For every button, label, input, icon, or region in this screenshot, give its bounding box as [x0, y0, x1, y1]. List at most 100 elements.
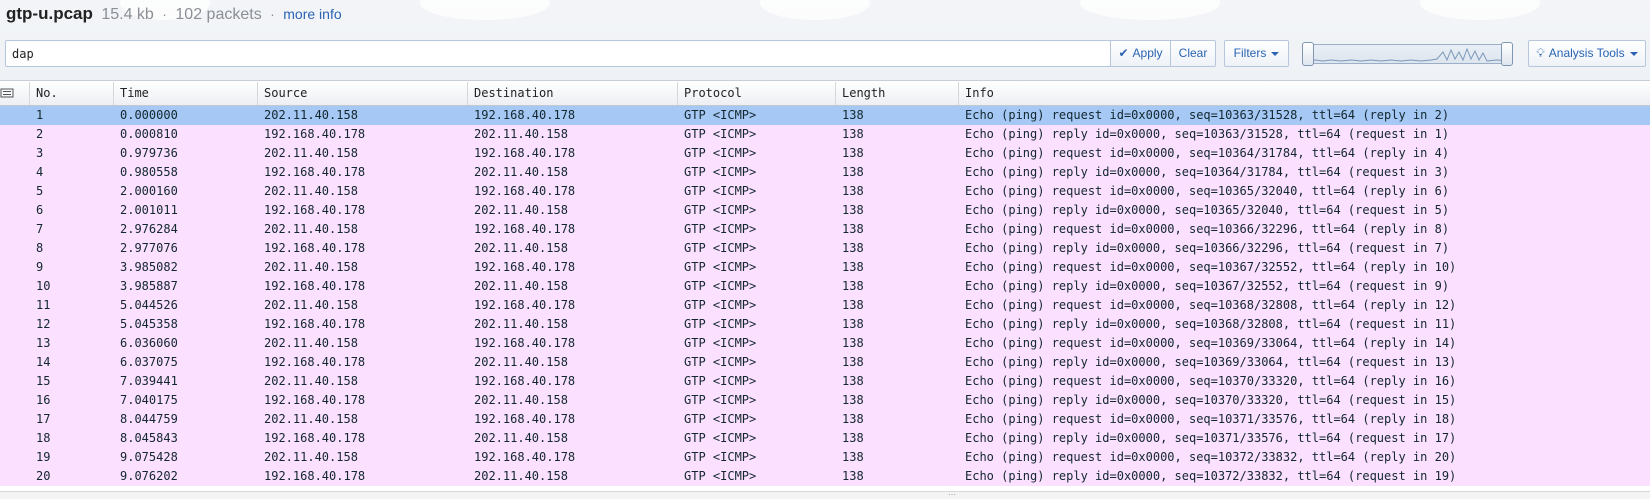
table-row[interactable]: 5 2.000160 202.11.40.158 192.168.40.178 GTP … — [0, 182, 1650, 201]
cell-protocol: GTP <ICMP> — [684, 165, 757, 179]
cell-no: 4 — [36, 165, 44, 179]
title-separator: · — [162, 6, 167, 22]
column-header-info[interactable]: Info — [959, 82, 1650, 105]
cell-destination: 192.168.40.178 — [474, 412, 576, 426]
table-row[interactable]: 4 0.980558 192.168.40.178 202.11.40.158 GTP … — [0, 163, 1650, 182]
table-row[interactable]: 12 5.045358 192.168.40.178 202.11.40.158 GTP… — [0, 315, 1650, 334]
cell-time: 0.000000 — [120, 108, 178, 122]
column-header-source[interactable]: Source — [258, 82, 468, 105]
column-header-destination[interactable]: Destination — [468, 82, 678, 105]
more-info-link[interactable]: more info — [283, 6, 341, 22]
cell-length: 138 — [842, 260, 864, 274]
cell-protocol: GTP <ICMP> — [684, 241, 757, 255]
horizontal-scrollbar[interactable] — [0, 491, 1650, 499]
display-filter-input[interactable] — [12, 41, 1052, 66]
file-title: gtp-u.pcap 15.4 kb · 102 packets · more … — [6, 2, 342, 26]
lightbulb-icon: 💡︎ — [1536, 46, 1545, 60]
cell-no: 10 — [36, 279, 51, 293]
time-range-slider[interactable] — [1306, 44, 1511, 64]
cell-info: Echo (ping) reply id=0x0000, seq=10363/3… — [965, 127, 1450, 141]
cell-time: 0.980558 — [120, 165, 178, 179]
cell-info: Echo (ping) request id=0x0000, seq=10372… — [965, 450, 1457, 464]
header-bar: gtp-u.pcap 15.4 kb · 102 packets · more … — [0, 0, 1650, 81]
range-end-handle[interactable] — [1501, 42, 1513, 66]
table-row[interactable]: 19 9.075428 202.11.40.158 192.168.40.178 GTP… — [0, 448, 1650, 467]
cell-protocol: GTP <ICMP> — [684, 203, 757, 217]
cell-source: 192.168.40.178 — [264, 241, 366, 255]
cell-protocol: GTP <ICMP> — [684, 355, 757, 369]
cell-time: 6.037075 — [120, 355, 178, 369]
file-size: 15.4 kb — [101, 6, 154, 23]
cell-time: 3.985082 — [120, 260, 178, 274]
table-row[interactable]: 13 6.036060 202.11.40.158 192.168.40.178 GTP… — [0, 334, 1650, 353]
table-row[interactable]: 10 3.985887 192.168.40.178 202.11.40.158 GTP… — [0, 277, 1650, 296]
cell-protocol: GTP <ICMP> — [684, 336, 757, 350]
cell-source: 202.11.40.158 — [264, 336, 358, 350]
analysis-tools-dropdown-button[interactable]: 💡︎ Analysis Tools — [1528, 40, 1646, 67]
cell-time: 7.039441 — [120, 374, 178, 388]
cell-time: 3.985887 — [120, 279, 178, 293]
cell-info: Echo (ping) request id=0x0000, seq=10367… — [965, 260, 1457, 274]
cell-source: 192.168.40.178 — [264, 279, 366, 293]
cell-protocol: GTP <ICMP> — [684, 184, 757, 198]
cell-no: 7 — [36, 222, 44, 236]
cell-no: 20 — [36, 469, 51, 483]
column-header-protocol[interactable]: Protocol — [678, 82, 836, 105]
cell-time: 2.000160 — [120, 184, 178, 198]
resize-grip-icon[interactable]: ⋯ — [948, 491, 956, 499]
clear-button[interactable]: Clear — [1170, 40, 1216, 67]
table-row[interactable]: 6 2.001011 192.168.40.178 202.11.40.158 GTP … — [0, 201, 1650, 220]
table-row[interactable]: 18 8.045843 192.168.40.178 202.11.40.158 GTP… — [0, 429, 1650, 448]
table-row[interactable]: 7 2.976284 202.11.40.158 192.168.40.178 GTP … — [0, 220, 1650, 239]
cell-no: 5 — [36, 184, 44, 198]
table-row[interactable]: 20 9.076202 192.168.40.178 202.11.40.158 GTP… — [0, 467, 1650, 486]
column-header-time[interactable]: Time — [114, 82, 258, 105]
range-start-handle[interactable] — [1302, 42, 1314, 66]
columns-menu-icon — [0, 88, 14, 98]
table-row[interactable]: 14 6.037075 192.168.40.178 202.11.40.158 GTP… — [0, 353, 1650, 372]
table-row[interactable]: 3 0.979736 202.11.40.158 192.168.40.178 GTP … — [0, 144, 1650, 163]
cell-protocol: GTP <ICMP> — [684, 393, 757, 407]
cell-time: 9.075428 — [120, 450, 178, 464]
cell-length: 138 — [842, 317, 864, 331]
cell-no: 17 — [36, 412, 51, 426]
columns-menu-button[interactable] — [0, 82, 30, 105]
cell-source: 202.11.40.158 — [264, 260, 358, 274]
table-row[interactable]: 8 2.977076 192.168.40.178 202.11.40.158 GTP … — [0, 239, 1650, 258]
table-row[interactable]: 15 7.039441 202.11.40.158 192.168.40.178 GTP… — [0, 372, 1650, 391]
cell-info: Echo (ping) reply id=0x0000, seq=10365/3… — [965, 203, 1450, 217]
cell-protocol: GTP <ICMP> — [684, 412, 757, 426]
column-header-length[interactable]: Length — [836, 82, 959, 105]
cell-length: 138 — [842, 146, 864, 160]
cell-source: 192.168.40.178 — [264, 317, 366, 331]
cell-length: 138 — [842, 336, 864, 350]
cell-destination: 192.168.40.178 — [474, 184, 576, 198]
header-cloud-decoration — [420, 0, 550, 20]
cell-info: Echo (ping) request id=0x0000, seq=10369… — [965, 336, 1457, 350]
cell-destination: 202.11.40.158 — [474, 203, 568, 217]
cell-protocol: GTP <ICMP> — [684, 260, 757, 274]
cell-source: 192.168.40.178 — [264, 165, 366, 179]
cell-length: 138 — [842, 431, 864, 445]
cell-no: 11 — [36, 298, 51, 312]
cell-no: 8 — [36, 241, 44, 255]
table-row[interactable]: 1 0.000000 202.11.40.158 192.168.40.178 GTP … — [0, 106, 1650, 125]
header-cloud-decoration — [1080, 0, 1220, 20]
cell-destination: 202.11.40.158 — [474, 469, 568, 483]
packet-count: 102 packets — [175, 6, 262, 23]
header-cloud-decoration — [1420, 0, 1540, 20]
cell-destination: 202.11.40.158 — [474, 393, 568, 407]
table-row[interactable]: 2 0.000810 192.168.40.178 202.11.40.158 GTP … — [0, 125, 1650, 144]
cell-length: 138 — [842, 279, 864, 293]
apply-button[interactable]: ✔ Apply — [1110, 40, 1171, 67]
cell-info: Echo (ping) reply id=0x0000, seq=10369/3… — [965, 355, 1457, 369]
table-row[interactable]: 17 8.044759 202.11.40.158 192.168.40.178 GTP… — [0, 410, 1650, 429]
table-row[interactable]: 11 5.044526 202.11.40.158 192.168.40.178 GTP… — [0, 296, 1650, 315]
filters-dropdown-button[interactable]: Filters — [1224, 40, 1289, 67]
caret-down-icon — [1271, 51, 1280, 56]
table-row[interactable]: 9 3.985082 202.11.40.158 192.168.40.178 GTP … — [0, 258, 1650, 277]
cell-length: 138 — [842, 450, 864, 464]
cell-length: 138 — [842, 355, 864, 369]
table-row[interactable]: 16 7.040175 192.168.40.178 202.11.40.158 GTP… — [0, 391, 1650, 410]
column-header-no[interactable]: No. — [30, 82, 114, 105]
